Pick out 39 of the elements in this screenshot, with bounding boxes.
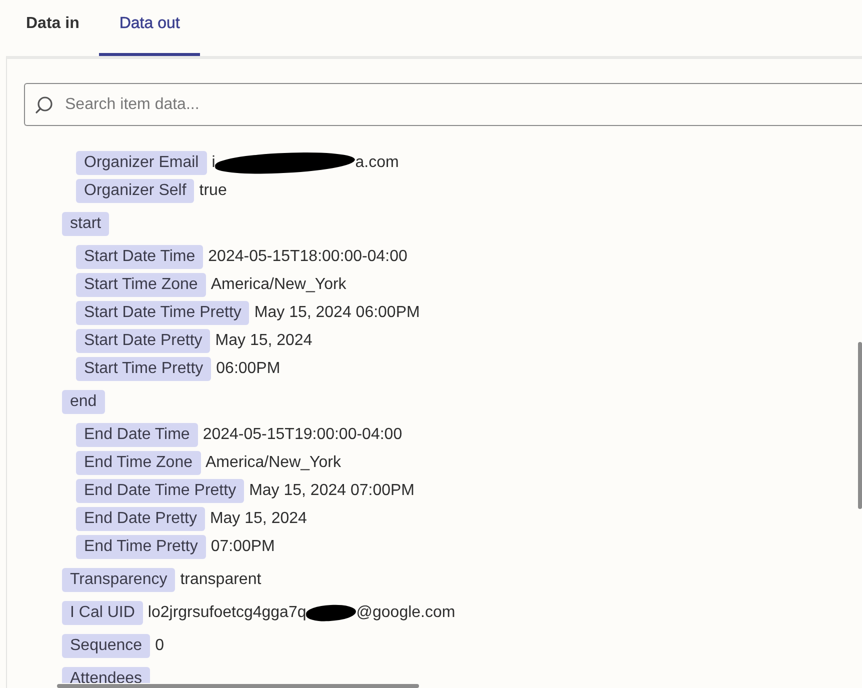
field-label[interactable]: start	[62, 212, 110, 236]
field-label[interactable]: Start Time Pretty	[76, 357, 212, 381]
field-value: transparent	[180, 571, 262, 589]
tab[interactable]: Data out	[99, 0, 200, 56]
field-value: America/New_York	[206, 454, 341, 472]
field-label[interactable]: Sequence	[62, 634, 150, 658]
field-label[interactable]: End Time Zone	[76, 451, 200, 475]
scrollbar-thumb[interactable]	[858, 342, 862, 509]
field-value: May 15, 2024 06:00PM	[254, 304, 420, 322]
field-label[interactable]: Attendees	[62, 667, 150, 683]
field-label[interactable]: Organizer Self	[76, 179, 194, 203]
field-label[interactable]: End Date Time	[76, 423, 198, 447]
field-label[interactable]: I Cal UID	[62, 601, 143, 625]
field-label[interactable]: Start Date Time Pretty	[76, 301, 250, 325]
field-value: 06:00PM	[216, 360, 280, 378]
search-field[interactable]: Search item data...	[24, 83, 862, 126]
field-value: lo2jrgrsufoetcg4gga7q @google.com	[148, 604, 456, 622]
field-label[interactable]: Start Date Time	[76, 245, 204, 269]
field-value: May 15, 2024	[210, 510, 307, 528]
field-label[interactable]: end	[62, 390, 105, 414]
field-value: May 15, 2024 07:00PM	[249, 482, 414, 500]
field-label[interactable]: Start Time Zone	[76, 273, 206, 297]
field-label[interactable]: End Time Pretty	[76, 535, 206, 559]
field-label[interactable]: Organizer Email	[76, 151, 207, 175]
field-value: America/New_York	[210, 276, 346, 294]
field-value: 2024-05-15T19:00:00-04:00	[202, 426, 402, 444]
search-icon	[34, 95, 54, 115]
field-label[interactable]: End Date Pretty	[76, 507, 205, 531]
tab[interactable]: Data in	[6, 0, 100, 56]
field-label[interactable]: Transparency	[62, 568, 176, 592]
field-value: 0	[155, 637, 164, 655]
field-value: 2024-05-15T18:00:00-04:00	[208, 248, 408, 266]
field-value: 07:00PM	[210, 538, 275, 556]
field-label[interactable]: Start Date Pretty	[76, 329, 210, 353]
field-value: i a.com	[212, 153, 399, 173]
field-value: true	[199, 182, 227, 200]
scrollbar-thumb[interactable]	[57, 684, 419, 688]
field-label[interactable]: End Date Time Pretty	[76, 479, 244, 503]
field-value: May 15, 2024	[215, 332, 312, 350]
